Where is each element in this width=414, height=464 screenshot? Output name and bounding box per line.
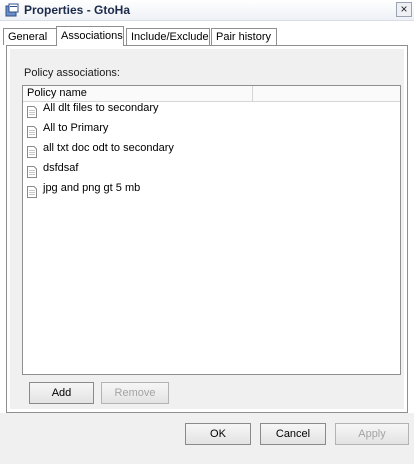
apply-button[interactable]: Apply — [335, 423, 409, 445]
policy-name: All dlt files to secondary — [43, 102, 159, 114]
add-button-label: Add — [51, 387, 72, 399]
tab-general[interactable]: General — [3, 28, 57, 45]
column-header-policy-name[interactable]: Policy name — [27, 87, 87, 99]
properties-window-icon — [5, 3, 19, 17]
list-item[interactable]: All dlt files to secondary — [23, 102, 400, 122]
document-icon — [27, 166, 37, 178]
list-item[interactable]: dsfdsaf — [23, 162, 400, 182]
list-header: Policy name — [23, 86, 400, 102]
document-icon — [27, 126, 37, 138]
tab-include-exclude[interactable]: Include/Exclude — [126, 28, 210, 45]
title-bar: Properties - GtoHa × — [0, 0, 414, 21]
list-item[interactable]: All to Primary — [23, 122, 400, 142]
policy-name: All to Primary — [43, 122, 109, 134]
policy-name: jpg and png gt 5 mb — [43, 182, 141, 194]
close-icon: × — [400, 2, 408, 16]
tab-label: Pair history — [216, 31, 272, 43]
document-icon — [27, 186, 37, 198]
list-item[interactable]: all txt doc odt to secondary — [23, 142, 400, 162]
remove-button[interactable]: Remove — [101, 382, 169, 404]
tab-label: General — [8, 31, 48, 43]
policy-list[interactable]: Policy name All dlt files to secondary A… — [22, 85, 401, 375]
list-item[interactable]: jpg and png gt 5 mb — [23, 182, 400, 202]
close-button[interactable]: × — [396, 2, 412, 17]
tab-strip: General Associations Include/Exclude Pai… — [0, 26, 414, 46]
add-button[interactable]: Add — [29, 382, 94, 404]
ok-button[interactable]: OK — [185, 423, 251, 445]
cancel-button-label: Cancel — [275, 428, 311, 440]
document-icon — [27, 146, 37, 158]
policy-name: dsfdsaf — [43, 162, 79, 174]
cancel-button[interactable]: Cancel — [260, 423, 326, 445]
tab-associations[interactable]: Associations — [56, 26, 124, 46]
associations-panel: Policy associations: Policy name All dlt… — [6, 45, 408, 413]
tab-label: Associations — [61, 30, 123, 42]
window-title: Properties - GtoHa — [24, 3, 131, 17]
associations-panel-body: Policy associations: Policy name All dlt… — [10, 49, 404, 409]
policy-name: all txt doc odt to secondary — [43, 142, 174, 154]
dialog-footer: OK Cancel Apply — [0, 413, 414, 464]
policy-associations-label: Policy associations: — [24, 67, 120, 79]
ok-button-label: OK — [210, 428, 226, 440]
tab-label: Include/Exclude — [131, 31, 209, 43]
apply-button-label: Apply — [358, 428, 386, 440]
tab-pair-history[interactable]: Pair history — [211, 28, 277, 45]
document-icon — [27, 106, 37, 118]
column-divider[interactable] — [252, 86, 253, 101]
remove-button-label: Remove — [114, 387, 156, 399]
